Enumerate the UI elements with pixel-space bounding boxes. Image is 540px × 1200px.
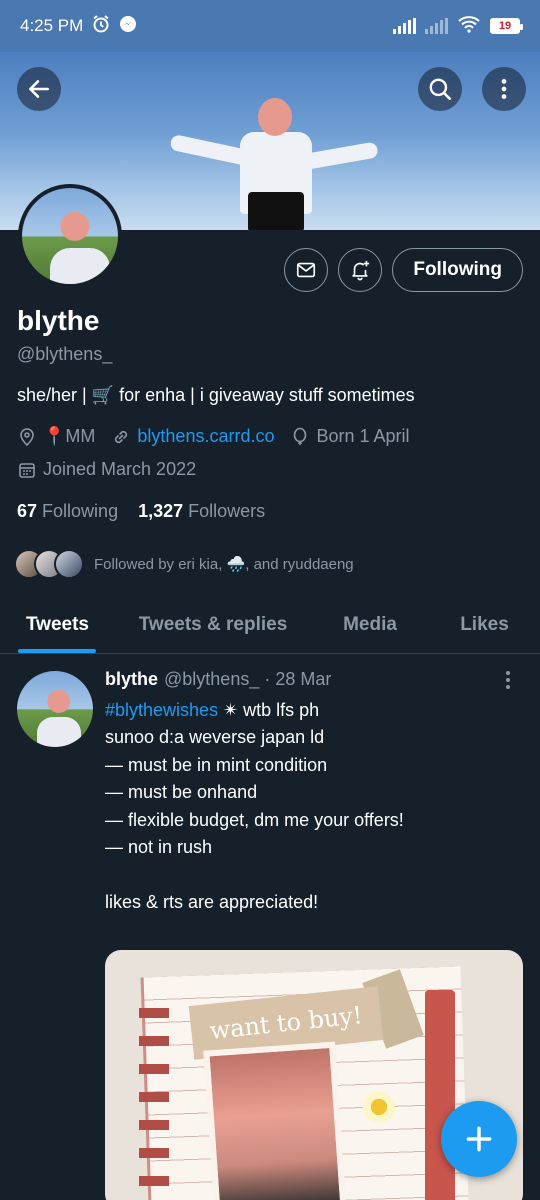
arrow-left-icon xyxy=(29,80,49,98)
signal-secondary-icon xyxy=(425,18,448,34)
tweet-avatar[interactable] xyxy=(17,671,93,747)
tab-likes[interactable]: Likes xyxy=(429,596,540,653)
wifi-icon xyxy=(457,15,481,38)
status-bar: 4:25 PM 19 xyxy=(0,0,540,52)
message-button[interactable] xyxy=(284,248,329,292)
mutual-avatars xyxy=(14,549,84,579)
profile-joined-row: Joined March 2022 xyxy=(17,459,196,480)
followed-by-text: Followed by eri kia, 🌧️, and ryuddaeng xyxy=(94,556,354,573)
tweet-more-button[interactable] xyxy=(498,668,518,692)
tab-tweets[interactable]: Tweets xyxy=(0,596,115,653)
tab-tweets-replies[interactable]: Tweets & replies xyxy=(115,596,311,653)
signal-icon xyxy=(393,18,416,34)
location-icon xyxy=(17,427,37,447)
more-options-button[interactable] xyxy=(482,67,526,111)
followers-count-link[interactable]: 1,327 Followers xyxy=(138,501,265,522)
profile-tabs: Tweets Tweets & replies Media Likes xyxy=(0,596,540,654)
profile-birthday: Born 1 April xyxy=(316,426,410,446)
follow-counts: 67 Following 1,327 Followers xyxy=(17,501,265,522)
profile-joined: Joined March 2022 xyxy=(43,459,197,479)
profile-name: blythe xyxy=(17,305,100,336)
profile-meta-row: 📍MM blythens.carrd.co Born 1 April xyxy=(17,426,410,447)
tab-media[interactable]: Media xyxy=(311,596,429,653)
profile-handle: @blythens_ xyxy=(17,344,113,364)
battery-icon: 19 xyxy=(490,18,523,34)
tweet-first-line: ✴ wtb lfs ph xyxy=(218,700,320,720)
tweet-author-name[interactable]: blythe xyxy=(105,669,158,690)
envelope-icon xyxy=(297,262,316,278)
compose-tweet-button[interactable] xyxy=(441,1101,517,1177)
link-icon xyxy=(111,427,131,447)
notifications-button[interactable] xyxy=(338,248,383,292)
profile-bio: she/her | 🛒 for enha | i giveaway stuff … xyxy=(17,385,415,405)
tweet-hashtag[interactable]: #blythewishes xyxy=(105,700,218,720)
messenger-icon xyxy=(119,15,137,38)
tweet-meta: @blythens_ · 28 Mar xyxy=(164,669,332,689)
balloon-icon xyxy=(290,427,310,447)
search-icon xyxy=(429,78,452,101)
alarm-icon xyxy=(91,14,111,39)
more-vertical-icon xyxy=(501,79,507,99)
tweet-header: blythe @blythens_ · 28 Mar xyxy=(105,669,331,690)
calendar-icon xyxy=(17,460,37,480)
profile-website-link[interactable]: blythens.carrd.co xyxy=(137,426,274,447)
tweet-text: #blythewishes ✴ wtb lfs ph sunoo d:a wev… xyxy=(105,697,525,916)
bell-plus-icon xyxy=(352,260,370,281)
plus-icon xyxy=(466,1126,492,1152)
tweet-body: sunoo d:a weverse japan ld — must be in … xyxy=(105,727,404,912)
search-button[interactable] xyxy=(418,67,462,111)
following-count-link[interactable]: 67 Following xyxy=(17,501,118,522)
profile-avatar[interactable] xyxy=(18,184,122,288)
followed-by-row[interactable]: Followed by eri kia, 🌧️, and ryuddaeng xyxy=(14,549,354,579)
status-time: 4:25 PM xyxy=(20,16,84,35)
back-button[interactable] xyxy=(17,67,61,111)
following-button[interactable]: Following xyxy=(392,248,523,292)
profile-location: 📍MM xyxy=(43,426,96,446)
